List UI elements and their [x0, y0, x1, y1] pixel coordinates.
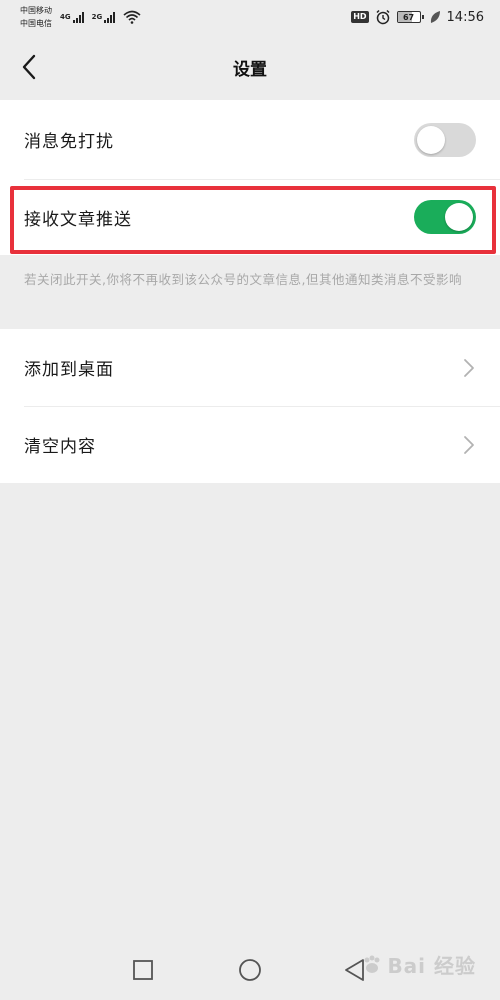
dnd-label: 消息免打扰	[24, 132, 114, 152]
signal-2: 2G	[92, 11, 116, 23]
push-row: 接收文章推送	[0, 179, 500, 255]
chevron-left-icon	[22, 54, 36, 80]
carrier-info: 中国移动 中国电信 4G 2G	[20, 4, 141, 30]
toggle-knob	[445, 203, 473, 231]
add-to-desktop-row[interactable]: 添加到桌面	[0, 329, 500, 406]
signal-bars-icon	[104, 11, 116, 23]
recent-apps-icon[interactable]	[129, 956, 157, 984]
push-label: 接收文章推送	[24, 209, 132, 230]
notification-settings-group: 消息免打扰 接收文章推送	[0, 100, 500, 255]
carrier-1: 中国移动	[20, 6, 52, 15]
back-button[interactable]	[14, 50, 44, 84]
paw-icon	[364, 955, 380, 973]
status-right: HD 67 14:56	[351, 9, 484, 25]
nav-bar: 设置	[0, 34, 500, 100]
alarm-icon	[376, 9, 390, 25]
toggle-knob	[417, 125, 445, 154]
carrier-2: 中国电信	[20, 19, 52, 28]
watermark-text: Bai 经验	[387, 954, 476, 978]
add-to-desktop-label: 添加到桌面	[24, 360, 114, 380]
push-hint-text: 若关闭此开关,你将不再收到该公众号的文章信息,但其他通知类消息不受影响	[24, 272, 462, 287]
battery-icon: 67	[396, 11, 424, 23]
watermark: Bai 经验	[361, 950, 476, 979]
hd-badge: HD	[351, 11, 369, 23]
network-type-2: 2G	[91, 13, 103, 21]
network-type-1: 4G	[60, 13, 71, 21]
leaf-icon	[430, 11, 440, 23]
dnd-row: 消息免打扰	[0, 100, 500, 179]
carrier-names: 中国移动 中国电信	[20, 4, 52, 30]
clock: 14:56	[446, 9, 484, 25]
actions-group: 添加到桌面 清空内容	[0, 329, 500, 483]
dnd-toggle[interactable]	[414, 122, 476, 157]
chevron-right-icon	[464, 435, 474, 454]
battery-level: 67	[402, 12, 415, 22]
home-icon[interactable]	[236, 956, 264, 984]
signal-bars-icon	[72, 11, 84, 23]
chevron-right-icon	[464, 358, 474, 377]
clear-content-row[interactable]: 清空内容	[0, 406, 500, 483]
signal-1: 4G	[60, 11, 84, 23]
clear-content-label: 清空内容	[24, 437, 96, 457]
status-bar: 中国移动 中国电信 4G 2G HD 67 14:56	[0, 0, 500, 34]
wifi-icon	[123, 10, 141, 24]
page-title: 设置	[233, 59, 267, 80]
push-toggle[interactable]	[414, 200, 476, 234]
